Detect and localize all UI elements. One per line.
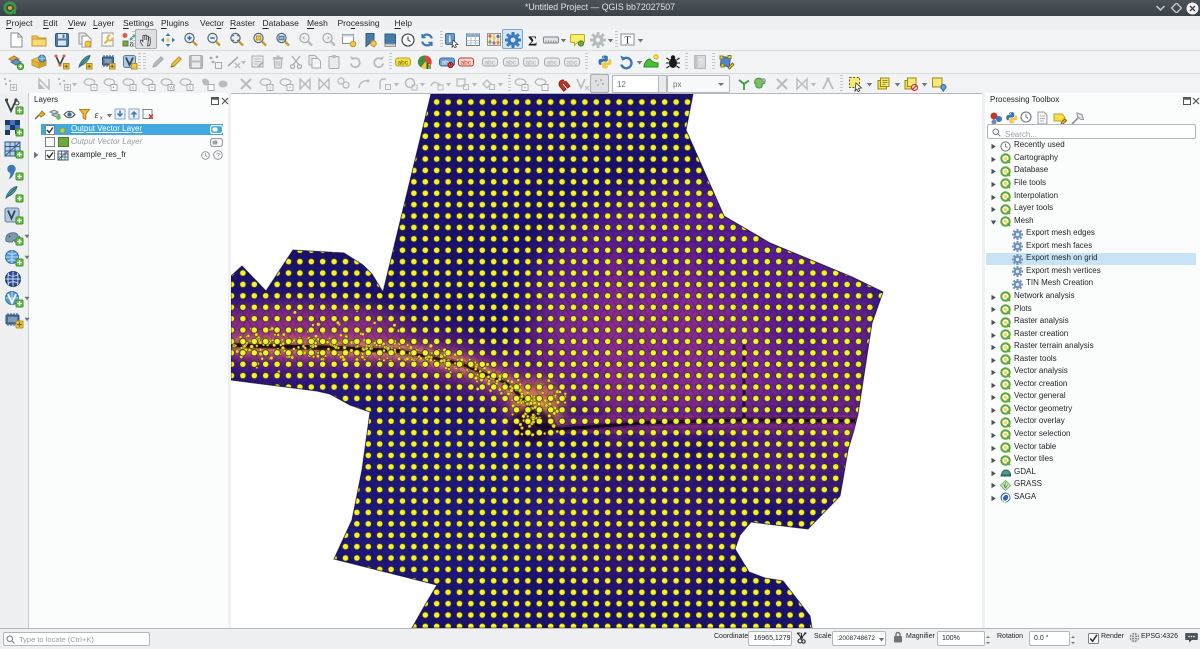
svg-text:x: x	[100, 116, 103, 121]
svg-text:ε: ε	[95, 110, 99, 120]
svg-text:GDAL: GDAL	[1002, 473, 1011, 478]
svg-text:?: ?	[216, 152, 220, 159]
